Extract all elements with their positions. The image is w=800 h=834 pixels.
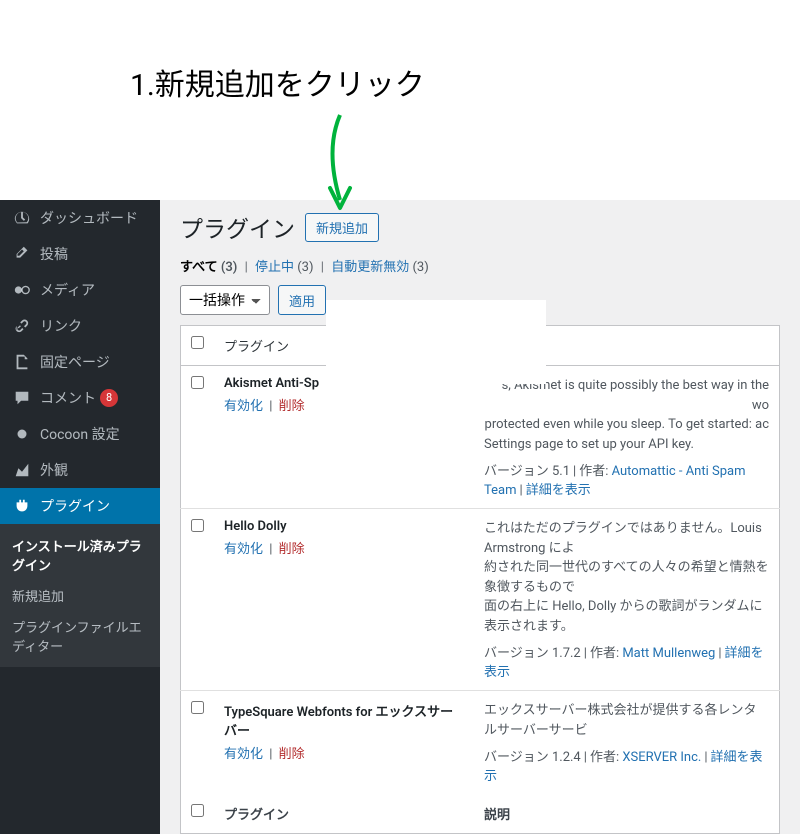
sidebar-item-links[interactable]: リンク <box>0 308 160 344</box>
overlay-rectangle <box>326 300 546 384</box>
page-title: プラグイン <box>180 210 295 244</box>
plugin-name-text: TypeSquare Webfonts for エックスサーバー <box>224 705 453 739</box>
sidebar-label: プラグイン <box>40 496 110 516</box>
plugin-description: エックスサーバー株式会社が提供する各レンタルサーバーサービ <box>484 701 769 740</box>
submenu-installed[interactable]: インストール済みプラグイン <box>0 530 160 580</box>
sidebar-item-posts[interactable]: 投稿 <box>0 236 160 272</box>
author-link[interactable]: Matt Mullenweg <box>622 646 715 661</box>
select-all-checkbox-footer[interactable] <box>191 804 204 817</box>
page-icon <box>12 352 32 372</box>
plugins-table: プラグイン Akismet Anti-Sp 有効化 | 削除 <box>180 325 780 834</box>
details-link[interactable]: 詳細を表示 <box>526 483 591 498</box>
media-icon <box>12 280 32 300</box>
plugin-description: これはただのプラグインではありません。Louis Armstrong によ 約さ… <box>484 519 769 636</box>
table-row: Hello Dolly 有効化 | 削除 これはただのプラグインではありません。… <box>181 509 780 691</box>
activate-link[interactable]: 有効化 <box>224 399 263 414</box>
plugin-name-text: Hello Dolly <box>224 519 287 534</box>
sidebar-label: 外観 <box>40 460 68 480</box>
sidebar-item-comments[interactable]: コメント 8 <box>0 380 160 416</box>
filter-links: すべて (3) | 停止中 (3) | 自動更新無効 (3) <box>180 256 780 275</box>
plugin-meta: バージョン 5.1|作者: Automattic - Anti Spam Tea… <box>484 460 769 498</box>
sidebar-label: Cocoon 設定 <box>40 424 120 444</box>
annotation-arrow <box>320 110 360 224</box>
plugin-name-text: Akismet Anti-Sp <box>224 376 319 391</box>
sidebar-item-pages[interactable]: 固定ページ <box>0 344 160 380</box>
submenu-editor[interactable]: プラグインファイルエディター <box>0 611 160 661</box>
delete-link[interactable]: 削除 <box>279 399 305 414</box>
row-checkbox[interactable] <box>191 701 204 714</box>
dashboard-icon <box>12 208 32 228</box>
content-area: プラグイン 新規追加 すべて (3) | 停止中 (3) | 自動更新無効 (3… <box>160 200 800 834</box>
sidebar-item-cocoon[interactable]: Cocoon 設定 <box>0 416 160 452</box>
annotation-text: 1.新規追加をクリック <box>130 60 425 104</box>
filter-autoupdate[interactable]: 自動更新無効 (3) <box>331 260 429 275</box>
activate-link[interactable]: 有効化 <box>224 542 263 557</box>
select-all-checkbox[interactable] <box>191 336 204 349</box>
sidebar-label: リンク <box>40 316 82 336</box>
sidebar-item-media[interactable]: メディア <box>0 272 160 308</box>
plugin-meta: バージョン 1.2.4|作者: XSERVER Inc.|詳細を表示 <box>484 746 769 784</box>
sidebar-label: ダッシュボード <box>40 208 138 228</box>
sidebar-label: メディア <box>40 280 95 300</box>
filter-all[interactable]: すべて (3) <box>180 260 237 275</box>
author-link[interactable]: XSERVER Inc. <box>622 750 701 765</box>
sidebar-item-appearance[interactable]: 外観 <box>0 452 160 488</box>
plugin-icon <box>12 496 32 516</box>
bulk-apply-button[interactable]: 適用 <box>278 285 326 315</box>
row-checkbox[interactable] <box>191 376 204 389</box>
sidebar-submenu: インストール済みプラグイン 新規追加 プラグインファイルエディター <box>0 524 160 667</box>
plugin-meta: バージョン 1.7.2|作者: Matt Mullenweg|詳細を表示 <box>484 642 769 680</box>
pin-icon <box>12 244 32 264</box>
sidebar-item-plugins[interactable]: プラグイン <box>0 488 160 524</box>
sidebar-label: 投稿 <box>40 244 68 264</box>
filter-inactive[interactable]: 停止中 (3) <box>255 260 314 275</box>
bulk-action-select[interactable]: 一括操作 <box>180 285 270 315</box>
delete-link[interactable]: 削除 <box>279 542 305 557</box>
submenu-add-new[interactable]: 新規追加 <box>0 580 160 611</box>
dot-icon <box>12 424 32 444</box>
sidebar-label: 固定ページ <box>40 352 110 372</box>
table-row: Akismet Anti-Sp 有効化 | 削除 s, Akismet is q… <box>181 366 780 509</box>
comment-badge: 8 <box>100 389 118 407</box>
row-checkbox[interactable] <box>191 519 204 532</box>
appearance-icon <box>12 460 32 480</box>
admin-sidebar: ダッシュボード 投稿 メディア リンク 固定ページ コメント 8 Cocoon … <box>0 200 160 834</box>
sidebar-item-dashboard[interactable]: ダッシュボード <box>0 200 160 236</box>
activate-link[interactable]: 有効化 <box>224 747 263 762</box>
delete-link[interactable]: 削除 <box>279 747 305 762</box>
comment-icon <box>12 388 32 408</box>
sidebar-label: コメント <box>40 388 96 408</box>
plugin-description: s, Akismet is quite possibly the best wa… <box>484 376 769 454</box>
table-row: TypeSquare Webfonts for エックスサーバー 有効化 | 削… <box>181 691 780 795</box>
link-icon <box>12 316 32 336</box>
